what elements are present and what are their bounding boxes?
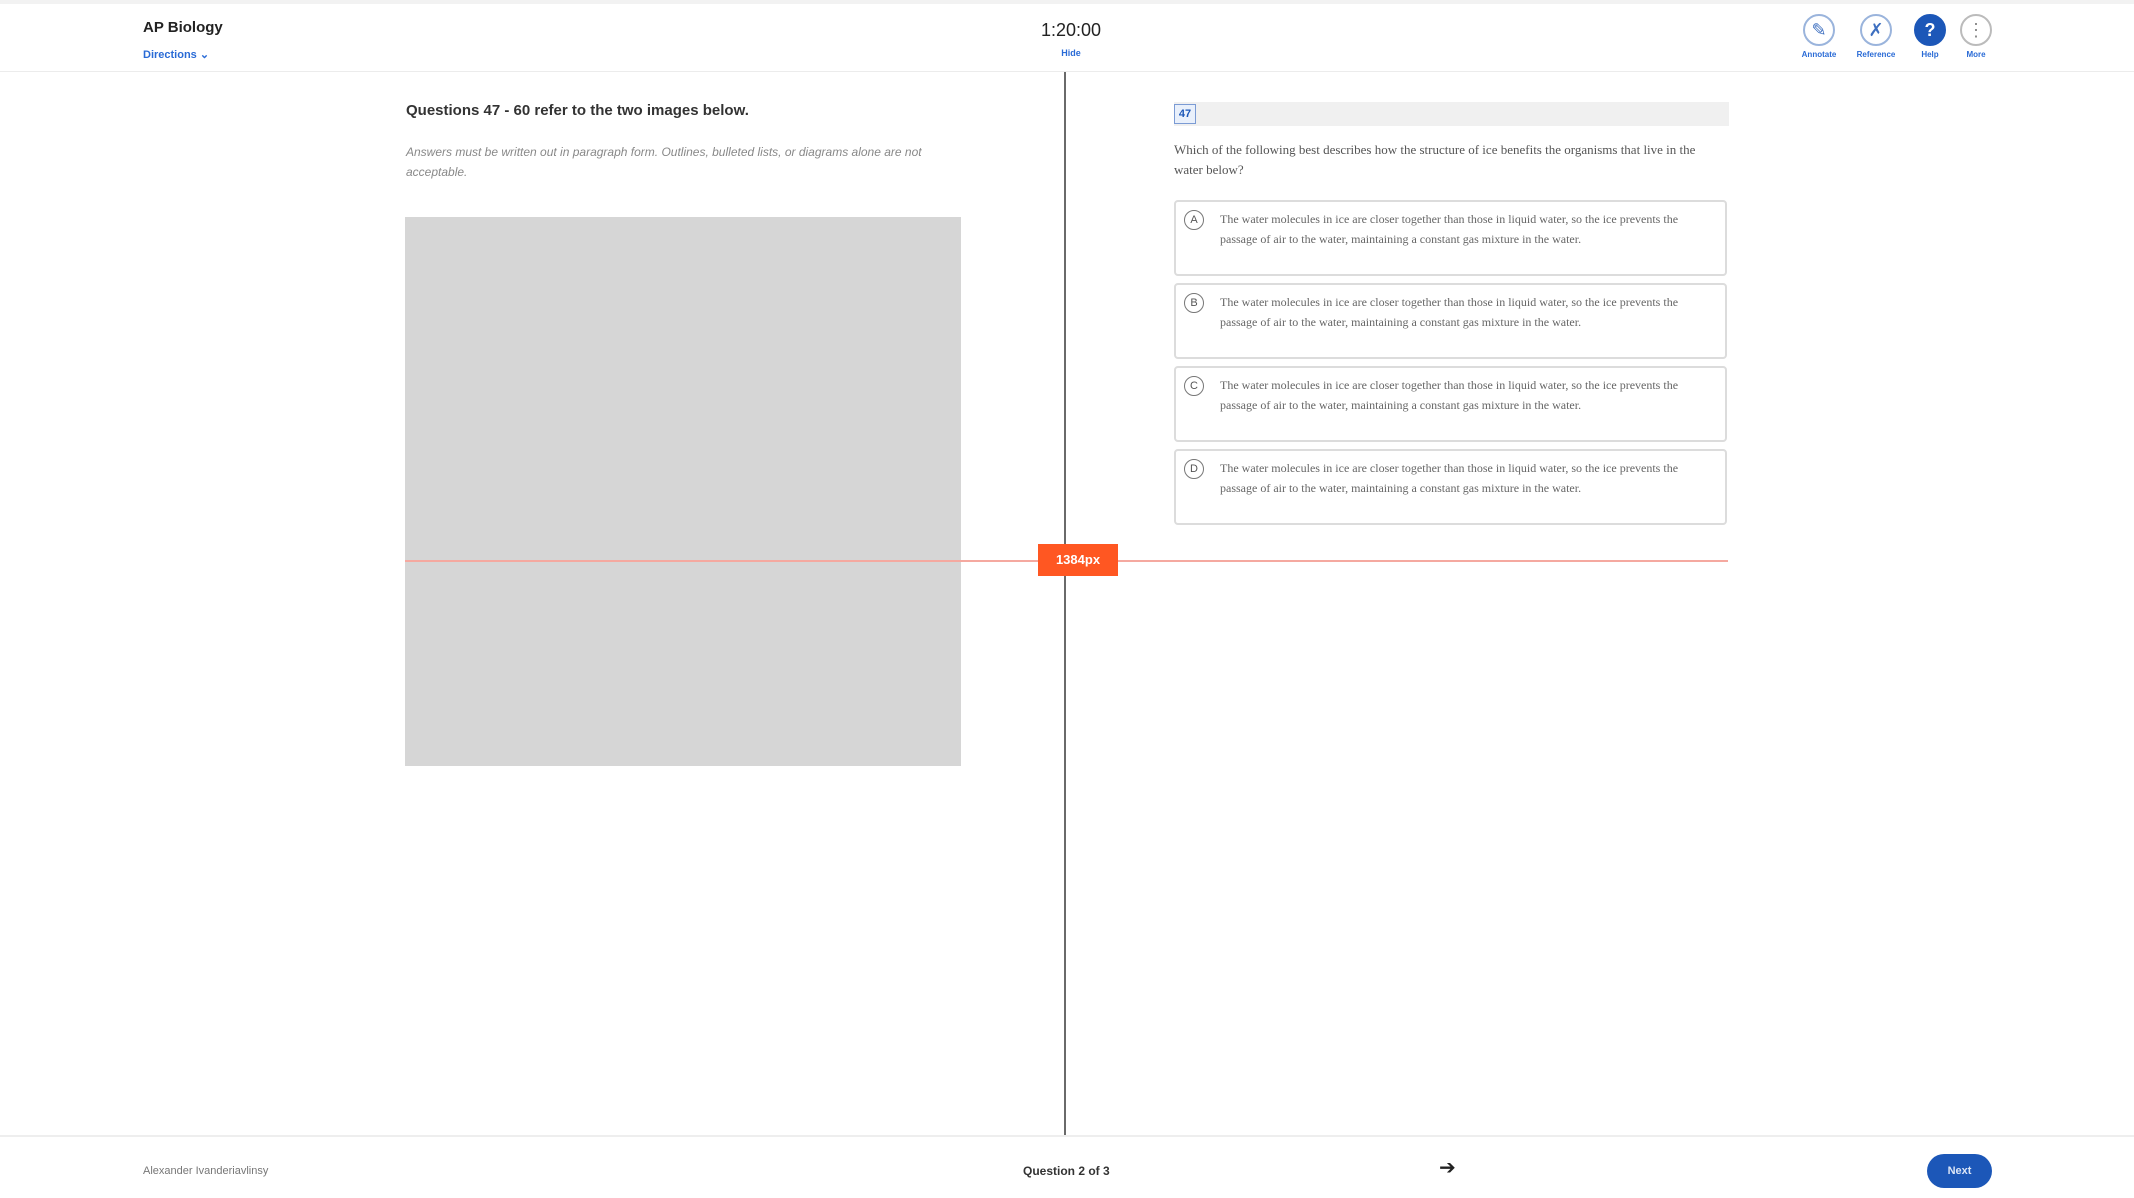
directions-link[interactable]: Directions ⌄ [143, 48, 209, 61]
option-letter-c: C [1184, 376, 1204, 396]
option-text-c: The water molecules in ice are closer to… [1220, 378, 1679, 412]
option-text-d: The water molecules in ice are closer to… [1220, 461, 1679, 495]
arrow-right-icon[interactable]: ➔ [1439, 1155, 1456, 1180]
option-letter-b: B [1184, 293, 1204, 313]
answer-option-c[interactable]: C The water molecules in ice are closer … [1174, 366, 1727, 442]
pane-divider[interactable] [1064, 72, 1066, 1135]
annotate-label: Annotate [1801, 50, 1837, 59]
answer-option-d[interactable]: D The water molecules in ice are closer … [1174, 449, 1727, 525]
question-navigator[interactable]: Question 2 of 3 [1023, 1164, 1110, 1178]
app-title: AP Biology [143, 19, 223, 36]
option-text-a: The water molecules in ice are closer to… [1220, 212, 1679, 246]
reference-button[interactable]: ✗ Reference [1848, 14, 1904, 59]
exam-app: AP Biology Directions ⌄ 1:20:00 Hide ✎ A… [0, 0, 2134, 1198]
more-icon: ⋮ [1960, 14, 1992, 46]
stimulus-title: Questions 47 - 60 refer to the two image… [406, 102, 749, 119]
more-label: More [1966, 50, 1986, 59]
question-header-bar [1174, 102, 1729, 126]
answer-option-a[interactable]: A The water molecules in ice are closer … [1174, 200, 1727, 276]
hide-timer-link[interactable]: Hide [1056, 48, 1086, 58]
option-text-b: The water molecules in ice are closer to… [1220, 295, 1679, 329]
footer-bar: Alexander Ivanderiavlinsy Question 2 of … [0, 1135, 2134, 1198]
more-button[interactable]: ⋮ More [1948, 14, 2004, 59]
stimulus-image [405, 217, 961, 766]
option-letter-d: D [1184, 459, 1204, 479]
annotate-button[interactable]: ✎ Annotate [1791, 14, 1847, 59]
question-stem: Which of the following best describes ho… [1174, 142, 1696, 177]
next-button[interactable]: Next [1927, 1154, 1992, 1188]
header-bar: AP Biology Directions ⌄ 1:20:00 Hide ✎ A… [0, 0, 2134, 72]
option-letter-a: A [1184, 210, 1204, 230]
question-number: 47 [1174, 104, 1196, 124]
help-icon: ? [1914, 14, 1946, 46]
measurement-badge: 1384px [1038, 544, 1118, 576]
timer: 1:20:00 [1040, 20, 1102, 40]
student-name: Alexander Ivanderiavlinsy [143, 1165, 269, 1177]
reference-label: Reference [1856, 50, 1896, 59]
formula-icon: ✗ [1860, 14, 1892, 46]
answer-option-b[interactable]: B The water molecules in ice are closer … [1174, 283, 1727, 359]
pencil-icon: ✎ [1803, 14, 1835, 46]
stimulus-note: Answers must be written out in paragraph… [406, 145, 922, 179]
